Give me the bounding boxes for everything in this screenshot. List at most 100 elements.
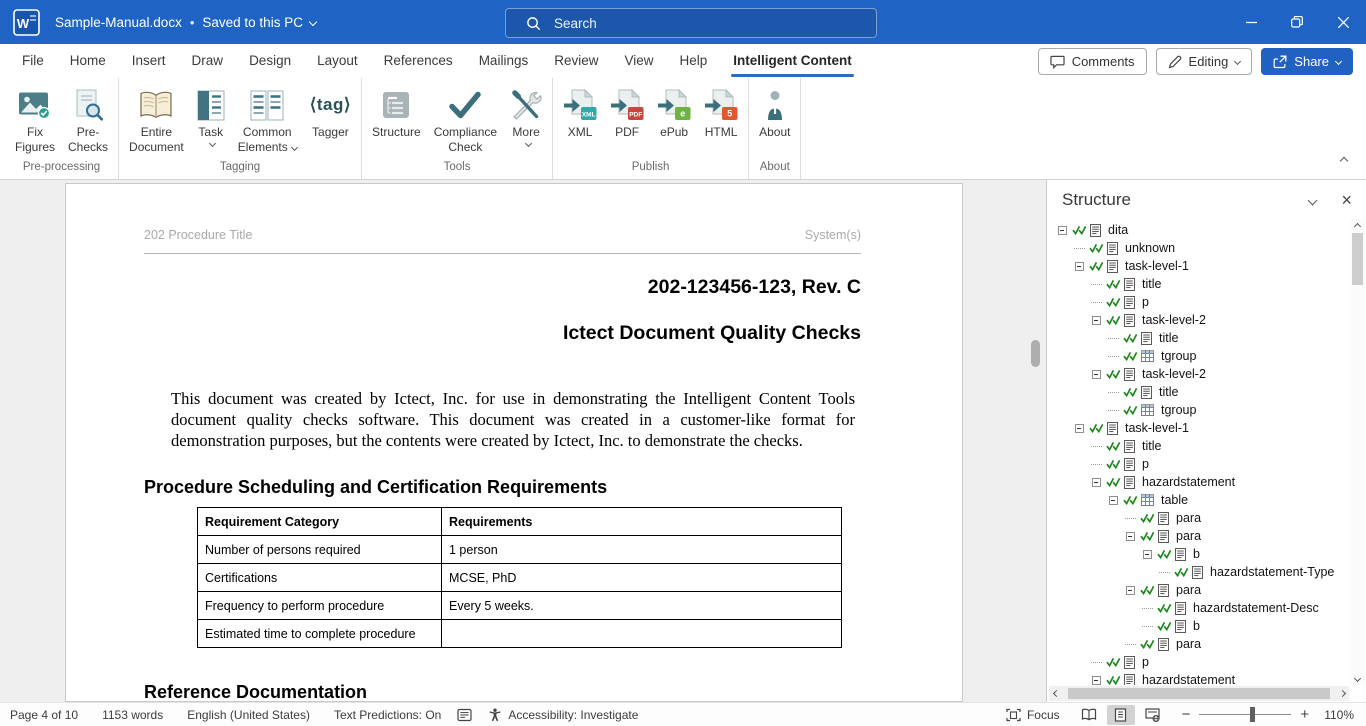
- tree-item-task-level-2[interactable]: task-level-2: [1050, 311, 1349, 329]
- tree-vertical-scrollbar[interactable]: [1350, 219, 1365, 685]
- search-input[interactable]: Search: [505, 8, 877, 38]
- tree-item-tgroup[interactable]: tgroup: [1050, 401, 1349, 419]
- save-status-button[interactable]: Saved to this PC: [202, 15, 316, 30]
- minus-box-icon[interactable]: [1075, 424, 1084, 433]
- tree-item-title[interactable]: title: [1050, 329, 1349, 347]
- tree-item-b[interactable]: b: [1050, 545, 1349, 563]
- tree-item-p[interactable]: p: [1050, 455, 1349, 473]
- collapse-toggle[interactable]: [1055, 226, 1069, 235]
- tree-item-hazardstatement[interactable]: hazardstatement: [1050, 473, 1349, 491]
- tree-item-para[interactable]: para: [1050, 581, 1349, 599]
- tree-item-task-level-2[interactable]: task-level-2: [1050, 365, 1349, 383]
- minus-box-icon[interactable]: [1075, 262, 1084, 271]
- tree-item-tgroup[interactable]: tgroup: [1050, 347, 1349, 365]
- minus-box-icon[interactable]: [1058, 226, 1067, 235]
- tab-design[interactable]: Design: [236, 44, 304, 78]
- page-header-right[interactable]: System(s): [805, 228, 861, 242]
- scroll-up-arrow[interactable]: [1355, 219, 1360, 233]
- web-layout-button[interactable]: [1139, 705, 1167, 725]
- table-cell[interactable]: Frequency to perform procedure: [198, 592, 442, 620]
- editing-mode-button[interactable]: Editing: [1156, 48, 1253, 75]
- ribbon-button-about[interactable]: About: [753, 85, 796, 142]
- zoom-slider-thumb[interactable]: [1250, 707, 1255, 722]
- zoom-out-button[interactable]: −: [1182, 710, 1191, 720]
- zoom-slider[interactable]: [1199, 714, 1291, 715]
- tree-item-hazardstatement[interactable]: hazardstatement: [1050, 671, 1349, 685]
- table-cell[interactable]: Number of persons required: [198, 536, 442, 564]
- horizontal-scroll-thumb[interactable]: [1068, 688, 1330, 699]
- tree-item-para[interactable]: para: [1050, 635, 1349, 653]
- minus-box-icon[interactable]: [1109, 496, 1118, 505]
- panel-close-button[interactable]: ×: [1341, 193, 1352, 207]
- tab-review[interactable]: Review: [541, 44, 611, 78]
- tab-draw[interactable]: Draw: [179, 44, 237, 78]
- tab-help[interactable]: Help: [667, 44, 721, 78]
- tree-item-title[interactable]: title: [1050, 437, 1349, 455]
- language-indicator[interactable]: English (United States): [187, 708, 310, 722]
- ribbon-button-fix-figures[interactable]: FixFigures: [9, 85, 61, 157]
- collapse-toggle[interactable]: [1072, 424, 1086, 433]
- print-layout-button[interactable]: [1107, 705, 1135, 725]
- minus-box-icon[interactable]: [1126, 586, 1135, 595]
- tree-item-unknown[interactable]: unknown: [1050, 239, 1349, 257]
- document-page[interactable]: 202 Procedure Title System(s) 202-123456…: [65, 183, 963, 702]
- document-main-title[interactable]: Ictect Document Quality Checks: [66, 322, 861, 345]
- ribbon-button-pdf[interactable]: PDFPDF: [604, 85, 650, 142]
- tab-file[interactable]: File: [9, 44, 57, 78]
- collapse-toggle[interactable]: [1072, 262, 1086, 271]
- tab-intelligent-content[interactable]: Intelligent Content: [720, 44, 865, 78]
- collapse-toggle[interactable]: [1089, 370, 1103, 379]
- section-heading[interactable]: Procedure Scheduling and Certification R…: [144, 477, 962, 498]
- collapse-toggle[interactable]: [1089, 676, 1103, 685]
- zoom-percentage[interactable]: 110%: [1324, 708, 1354, 722]
- focus-mode-button[interactable]: Focus: [1006, 708, 1060, 722]
- tree-horizontal-scrollbar[interactable]: [1049, 686, 1349, 701]
- tab-insert[interactable]: Insert: [119, 44, 179, 78]
- ribbon-button-epub[interactable]: eePub: [651, 85, 697, 142]
- tab-view[interactable]: View: [611, 44, 666, 78]
- collapse-ribbon-button[interactable]: [1341, 151, 1347, 169]
- table-header-cell[interactable]: Requirement Category: [198, 508, 442, 536]
- tree-item-title[interactable]: title: [1050, 383, 1349, 401]
- comments-button[interactable]: Comments: [1038, 48, 1147, 75]
- tree-item-table[interactable]: table: [1050, 491, 1349, 509]
- page-indicator[interactable]: Page 4 of 10: [10, 708, 78, 722]
- minus-box-icon[interactable]: [1143, 550, 1152, 559]
- document-number-title[interactable]: 202-123456-123, Rev. C: [66, 276, 861, 299]
- close-button[interactable]: [1320, 0, 1366, 44]
- tree-item-hazardstatement-desc[interactable]: hazardstatement-Desc: [1050, 599, 1349, 617]
- table-cell[interactable]: Estimated time to complete procedure: [198, 620, 442, 648]
- minus-box-icon[interactable]: [1092, 478, 1101, 487]
- tab-home[interactable]: Home: [57, 44, 119, 78]
- collapse-toggle[interactable]: [1089, 316, 1103, 325]
- word-app-icon[interactable]: W: [13, 9, 40, 36]
- table-cell[interactable]: MCSE, PhD: [442, 564, 842, 592]
- ribbon-button-structure[interactable]: Structure: [366, 85, 427, 142]
- tab-mailings[interactable]: Mailings: [466, 44, 542, 78]
- share-button[interactable]: Share: [1261, 48, 1353, 75]
- tree-item-task-level-1[interactable]: task-level-1: [1050, 419, 1349, 437]
- ribbon-button-compliance-check[interactable]: ComplianceCheck: [428, 85, 503, 157]
- minus-box-icon[interactable]: [1092, 676, 1101, 685]
- table-header-cell[interactable]: Requirements: [442, 508, 842, 536]
- accessibility-indicator[interactable]: Accessibility: Investigate: [488, 708, 638, 722]
- collapse-toggle[interactable]: [1089, 478, 1103, 487]
- tab-layout[interactable]: Layout: [304, 44, 371, 78]
- ribbon-button-html[interactable]: 5HTML: [698, 85, 744, 142]
- minus-box-icon[interactable]: [1092, 370, 1101, 379]
- table-cell[interactable]: Every 5 weeks.: [442, 592, 842, 620]
- restore-button[interactable]: [1274, 0, 1320, 44]
- tree-item-p[interactable]: p: [1050, 653, 1349, 671]
- table-cell[interactable]: Certifications: [198, 564, 442, 592]
- scroll-left-arrow[interactable]: [1049, 691, 1063, 696]
- tab-references[interactable]: References: [371, 44, 466, 78]
- ribbon-button-common-elements[interactable]: CommonElements: [232, 85, 303, 157]
- vertical-scroll-thumb[interactable]: [1352, 233, 1363, 285]
- tree-item-b[interactable]: b: [1050, 617, 1349, 635]
- ribbon-button-pre-checks[interactable]: Pre-Checks: [62, 85, 114, 157]
- collapse-toggle[interactable]: [1106, 496, 1120, 505]
- tree-item-p[interactable]: p: [1050, 293, 1349, 311]
- scroll-right-arrow[interactable]: [1335, 691, 1349, 696]
- scroll-down-arrow[interactable]: [1355, 671, 1360, 685]
- table-cell[interactable]: [442, 620, 842, 648]
